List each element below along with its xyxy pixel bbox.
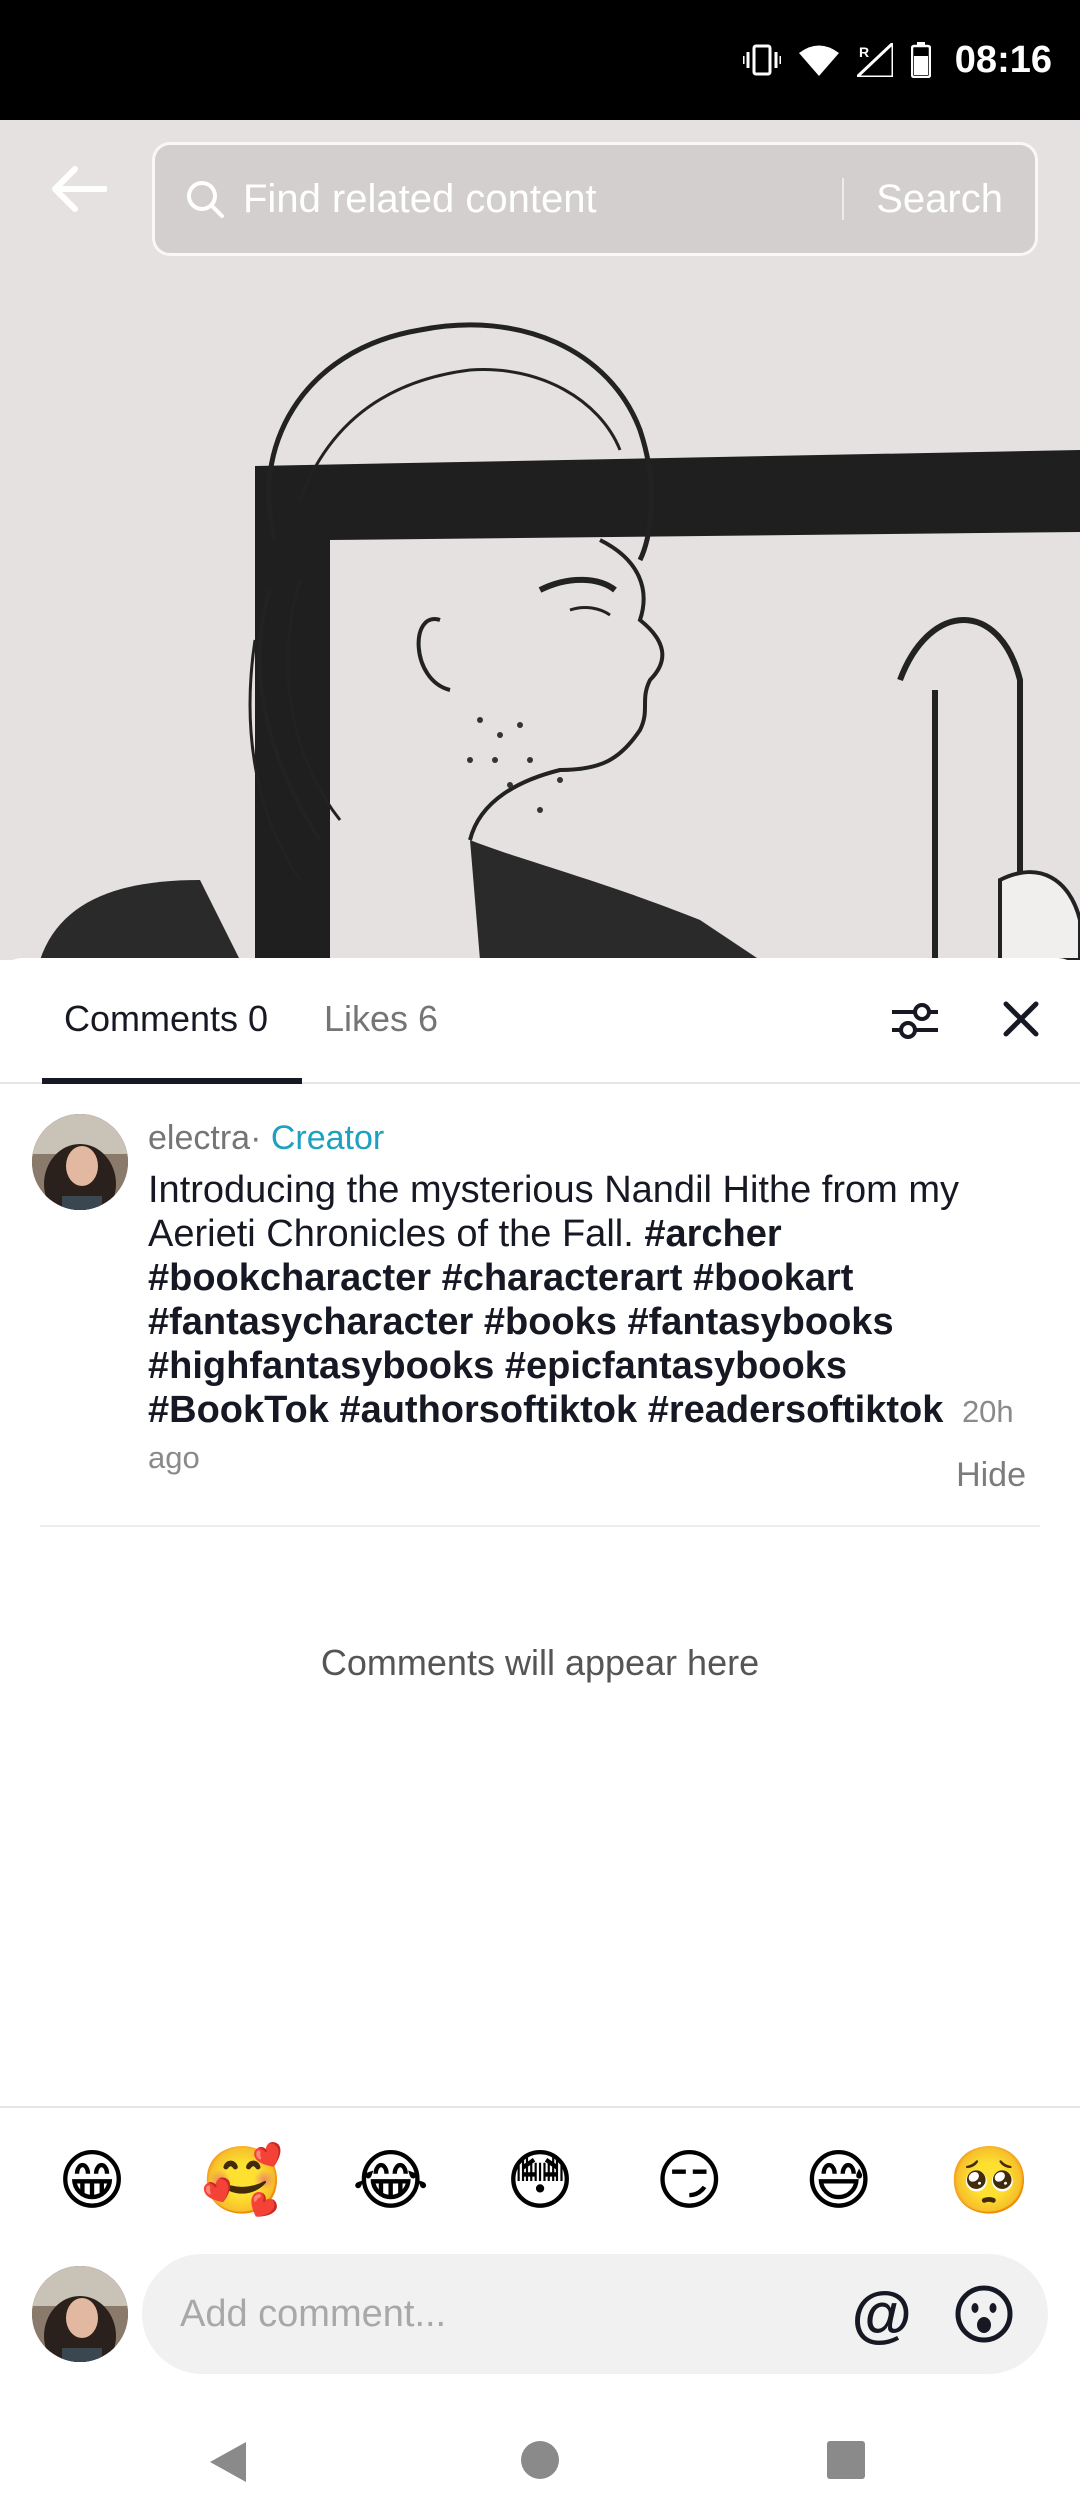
hashtag[interactable]: #epicfantasybooks (505, 1345, 847, 1387)
back-button[interactable] (44, 156, 114, 222)
emoji-grin[interactable]: 😁 (52, 2140, 132, 2220)
sliders-icon (892, 1003, 938, 1039)
tab-bar: Comments 0 Likes 6 (0, 958, 1080, 1084)
input-divider (0, 2106, 1080, 2108)
quick-emoji-bar: 😁 🥰 😂 😳 😏 😅 🥺 (0, 2140, 1080, 2220)
top-search-bar: Find related content Search (0, 120, 1080, 256)
avatar[interactable] (32, 1114, 128, 1210)
comment-placeholder: Add comment... (180, 2292, 447, 2335)
hashtag[interactable]: #fantasybooks (627, 1301, 893, 1343)
svg-text:R: R (859, 44, 869, 60)
emoji-pleading[interactable]: 🥺 (948, 2140, 1030, 2220)
comment-body: electra· Creator Introducing the mysteri… (148, 1114, 1028, 1480)
nav-recents-icon[interactable] (826, 2440, 866, 2485)
mention-button[interactable]: @ (852, 2279, 912, 2350)
emoji-joy[interactable]: 😂 (351, 2140, 431, 2220)
hashtag[interactable]: #highfantasybooks (148, 1345, 494, 1387)
hashtag[interactable]: #fantasycharacter (148, 1301, 473, 1343)
status-bar: R 08:16 (0, 0, 1080, 120)
comment-text: Introducing the mysterious Nandil Hithe … (148, 1168, 1028, 1480)
comment-input-row: Add comment... @ (0, 2252, 1080, 2376)
search-placeholder: Find related content (243, 176, 597, 221)
emoji-hearts[interactable]: 🥰 (201, 2140, 283, 2220)
search-button[interactable]: Search (844, 177, 1035, 222)
author-line: electra· Creator (148, 1114, 1028, 1162)
tab-comments[interactable]: Comments 0 (64, 998, 268, 1040)
status-time: 08:16 (954, 38, 1052, 81)
avatar (32, 2266, 128, 2362)
empty-comments-message: Comments will appear here (320, 1642, 760, 1683)
active-tab-indicator (42, 1078, 302, 1084)
emoji-flushed[interactable]: 😳 (500, 2140, 580, 2220)
signal-icon: R (856, 43, 893, 77)
hashtag[interactable]: #bookart (693, 1257, 853, 1299)
battery-icon (910, 42, 931, 78)
hashtag[interactable]: #BookTok (148, 1389, 329, 1431)
filter-button[interactable] (890, 998, 940, 1044)
comment-input[interactable]: Add comment... @ (142, 2254, 1048, 2374)
comment-divider (40, 1525, 1040, 1527)
creator-badge: Creator (270, 1119, 385, 1157)
search-field[interactable]: Find related content Search (152, 142, 1038, 256)
nav-back-icon[interactable] (206, 2440, 250, 2489)
author-name[interactable]: electra (148, 1119, 250, 1157)
hide-button[interactable]: Hide (956, 1456, 1026, 1495)
comments-screen: R 08:16 Find related content Search Comm… (0, 0, 1080, 2520)
hashtag[interactable]: #authorsoftiktok (339, 1389, 637, 1431)
tab-likes[interactable]: Likes 6 (324, 998, 438, 1040)
emoji-smirk[interactable]: 😏 (649, 2140, 729, 2220)
close-button[interactable] (996, 994, 1046, 1044)
arrow-left-icon (52, 166, 107, 212)
search-icon (185, 179, 225, 219)
hashtag[interactable]: #characterart (442, 1257, 683, 1299)
nav-home-icon[interactable] (520, 2440, 560, 2485)
comment-caption: Introducing the mysterious Nandil Hithe … (148, 1169, 959, 1255)
vibrate-icon (742, 43, 781, 77)
author-separator: · (250, 1119, 262, 1157)
hashtag[interactable]: #readersoftiktok (648, 1389, 944, 1431)
wifi-icon (798, 44, 839, 76)
close-icon (1003, 1001, 1039, 1037)
hashtag[interactable]: #bookcharacter (148, 1257, 431, 1299)
system-nav-bar (0, 2400, 1080, 2520)
hashtag[interactable]: #books (484, 1301, 617, 1343)
emoji-picker-icon[interactable] (954, 2284, 1014, 2344)
hashtag[interactable]: #archer (644, 1213, 781, 1255)
emoji-sweat-smile[interactable]: 😅 (799, 2140, 879, 2220)
